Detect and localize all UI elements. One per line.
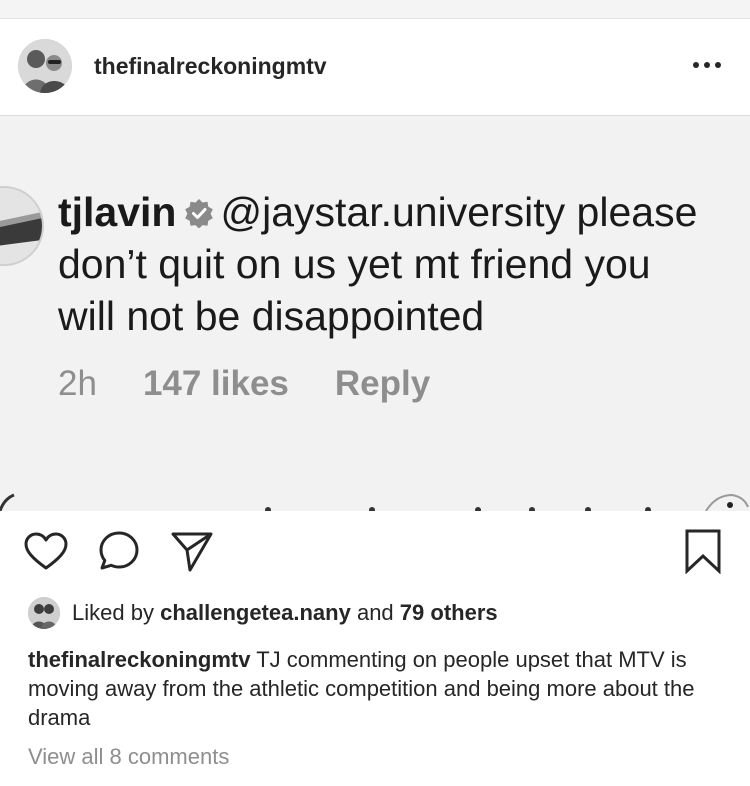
likes-others[interactable]: 79 others: [400, 600, 498, 625]
comment-reply: Reply: [334, 364, 431, 403]
view-all-comments-link[interactable]: View all 8 comments: [28, 744, 229, 770]
liker-avatar[interactable]: [28, 597, 60, 629]
comment-line-1: tjlavin @jaystar.university please: [58, 186, 750, 238]
comment-meta: 2h 147 likes Reply: [58, 364, 476, 404]
heart-icon[interactable]: [24, 532, 68, 572]
likes-text: Liked by challengetea.nany and 79 others: [72, 600, 498, 626]
post-image[interactable]: tjlavin @jaystar.university please don’t…: [0, 116, 750, 511]
verified-badge-icon: [185, 199, 214, 228]
comment-likes: 147 likes: [142, 364, 289, 403]
post-header: thefinalreckoningmtv: [0, 19, 750, 116]
top-divider: [0, 0, 750, 19]
caption: thefinalreckoningmtv TJ commenting on pe…: [28, 645, 728, 732]
profile-avatar[interactable]: [18, 39, 72, 93]
liker-username[interactable]: challengetea.nany: [160, 600, 351, 625]
post-username[interactable]: thefinalreckoningmtv: [94, 53, 327, 80]
more-horizontal-icon[interactable]: [690, 59, 724, 71]
comment-username: tjlavin: [58, 189, 177, 235]
avatar-photo-icon: [18, 39, 72, 93]
instagram-post: thefinalreckoningmtv tjlavin @jaystar.un…: [0, 0, 750, 786]
comment-line-3: will not be disappointed: [58, 293, 485, 339]
avatar-photo-icon: [0, 188, 42, 264]
comment-time: 2h: [58, 364, 97, 403]
comment-bubble-icon[interactable]: [98, 530, 140, 572]
comment-line-1-text: @jaystar.university please: [220, 189, 698, 235]
bookmark-icon[interactable]: [684, 528, 722, 574]
paper-plane-icon[interactable]: [170, 530, 214, 572]
likes-middle: and: [356, 600, 394, 625]
likes-prefix: Liked by: [72, 600, 154, 625]
comment-line-2: don’t quit on us yet mt friend you: [58, 241, 651, 287]
caption-username[interactable]: thefinalreckoningmtv: [28, 647, 250, 672]
next-comment-fragment: [0, 493, 749, 511]
comment-avatar: [0, 186, 44, 266]
comment-text: tjlavin @jaystar.university please don’t…: [58, 186, 750, 342]
avatar-photo-icon: [28, 597, 60, 629]
action-bar: [0, 512, 750, 594]
